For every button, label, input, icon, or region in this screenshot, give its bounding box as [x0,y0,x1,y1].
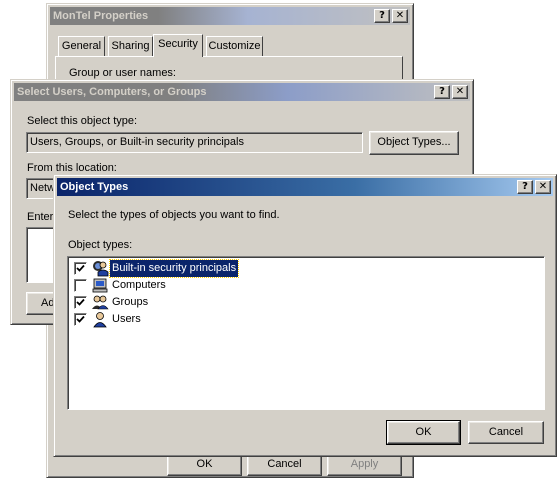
enter-names-label: Enter [27,211,54,223]
user-icon [91,311,109,328]
list-item-computers[interactable]: Computers [74,277,534,294]
tab-general[interactable]: General [58,36,105,56]
select-title: Select Users, Computers, or Groups [17,86,207,98]
list-item-users[interactable]: Users [74,311,534,328]
object-types-dialog: Object Types ? ✕ Select the types of obj… [53,174,557,457]
item-label: Built-in security principals [108,259,240,278]
help-button[interactable]: ? [434,85,450,99]
select-titlebar[interactable]: Select Users, Computers, or Groups ? ✕ [14,83,470,101]
close-button[interactable]: ✕ [535,180,551,194]
tab-sharing[interactable]: Sharing [108,36,153,56]
group-names-label: Group or user names: [69,67,176,79]
properties-titlebar[interactable]: MonTel Properties ? ✕ [50,7,410,25]
cancel-button[interactable]: Cancel [468,421,544,444]
tab-customize[interactable]: Customize [206,36,263,56]
checkbox-users[interactable] [74,313,87,326]
checkbox-groups[interactable] [74,296,87,309]
list-item-security-principals[interactable]: Built-in security principals [74,259,534,278]
object-types-title: Object Types [60,181,129,193]
group-icon [91,294,109,311]
help-button[interactable]: ? [374,9,390,23]
object-types-list-label: Object types: [68,239,133,251]
help-button[interactable]: ? [517,180,533,194]
checkbox-security-principals[interactable] [74,262,87,275]
item-label: Groups [112,296,149,308]
location-label: From this location: [27,162,117,174]
list-item-groups[interactable]: Groups [74,294,534,311]
object-types-list[interactable]: Built-in security principals Computers G… [67,256,545,410]
item-label: Computers [112,279,166,291]
computer-icon [91,277,109,294]
object-type-label: Select this object type: [27,115,138,127]
object-type-field: Users, Groups, or Built-in security prin… [26,132,363,153]
object-types-titlebar[interactable]: Object Types ? ✕ [57,178,553,196]
object-types-button[interactable]: Object Types... [369,131,459,155]
item-label: Users [112,313,141,325]
close-button[interactable]: ✕ [452,85,468,99]
ok-button[interactable]: OK [386,420,461,445]
close-button[interactable]: ✕ [392,9,408,23]
security-principals-icon [91,260,109,277]
checkbox-computers[interactable] [74,279,87,292]
properties-title: MonTel Properties [53,10,149,22]
tab-security[interactable]: Security [153,34,203,57]
instruction-text: Select the types of objects you want to … [68,209,280,221]
